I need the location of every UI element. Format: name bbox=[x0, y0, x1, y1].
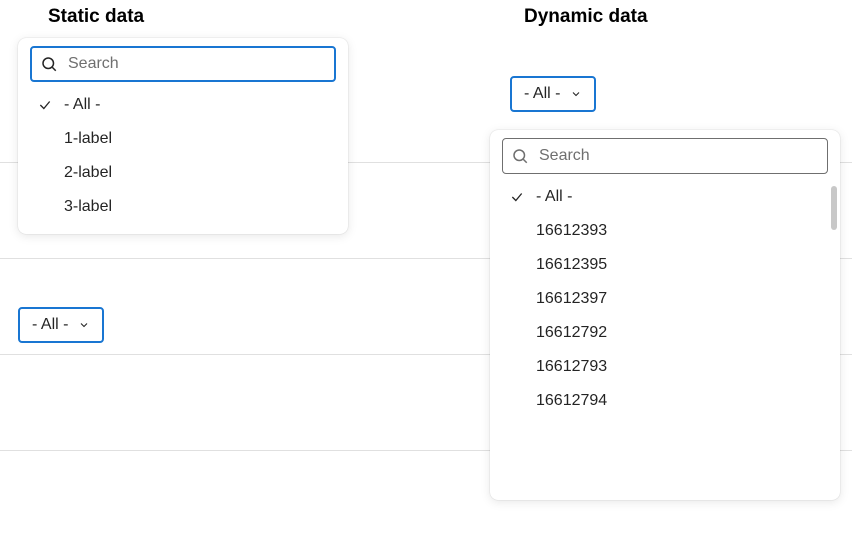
static-search-field[interactable] bbox=[30, 46, 336, 82]
dynamic-listbox-item[interactable]: 16612793 bbox=[490, 350, 840, 384]
scrollbar-thumb[interactable] bbox=[831, 186, 837, 230]
static-title: Static data bbox=[48, 6, 144, 28]
static-listbox-item[interactable]: 2-label bbox=[18, 156, 348, 190]
list-item-label: - All - bbox=[536, 188, 572, 206]
list-item-label: 16612794 bbox=[536, 392, 607, 410]
chevron-down-icon bbox=[78, 319, 90, 331]
dynamic-listbox-item[interactable]: 16612792 bbox=[490, 316, 840, 350]
dynamic-dropdown-button[interactable]: - All - bbox=[510, 76, 596, 112]
search-icon bbox=[40, 55, 58, 73]
static-dropdown-button[interactable]: - All - bbox=[18, 307, 104, 343]
dropdown-selected-label: - All - bbox=[32, 316, 68, 334]
list-item-label: 1-label bbox=[64, 130, 112, 148]
dynamic-title: Dynamic data bbox=[524, 6, 648, 28]
dynamic-listbox-panel: - All - 16612393 16612395 16612397 16612… bbox=[490, 130, 840, 500]
dynamic-listbox-item[interactable]: 16612397 bbox=[490, 282, 840, 316]
dynamic-listbox-item[interactable]: 16612794 bbox=[490, 384, 840, 418]
search-input[interactable] bbox=[66, 54, 326, 74]
list-item-label: 16612792 bbox=[536, 324, 607, 342]
check-icon bbox=[508, 190, 526, 204]
static-listbox-item-all[interactable]: - All - bbox=[18, 88, 348, 122]
search-input[interactable] bbox=[537, 146, 819, 166]
dropdown-selected-label: - All - bbox=[524, 85, 560, 103]
check-icon bbox=[36, 98, 54, 112]
search-icon bbox=[511, 147, 529, 165]
list-item-label: 3-label bbox=[64, 198, 112, 216]
list-item-label: 16612397 bbox=[536, 290, 607, 308]
dynamic-listbox-item[interactable]: 16612395 bbox=[490, 248, 840, 282]
list-item-label: - All - bbox=[64, 96, 100, 114]
static-listbox-item[interactable]: 3-label bbox=[18, 190, 348, 224]
list-item-label: 2-label bbox=[64, 164, 112, 182]
list-item-label: 16612393 bbox=[536, 222, 607, 240]
list-item-label: 16612793 bbox=[536, 358, 607, 376]
static-listbox-item[interactable]: 1-label bbox=[18, 122, 348, 156]
list-item-label: 16612395 bbox=[536, 256, 607, 274]
static-listbox-panel: - All - 1-label 2-label 3-label bbox=[18, 38, 348, 234]
chevron-down-icon bbox=[570, 88, 582, 100]
dynamic-search-field[interactable] bbox=[502, 138, 828, 174]
dynamic-listbox-item-all[interactable]: - All - bbox=[490, 180, 840, 214]
dynamic-listbox-item[interactable]: 16612393 bbox=[490, 214, 840, 248]
